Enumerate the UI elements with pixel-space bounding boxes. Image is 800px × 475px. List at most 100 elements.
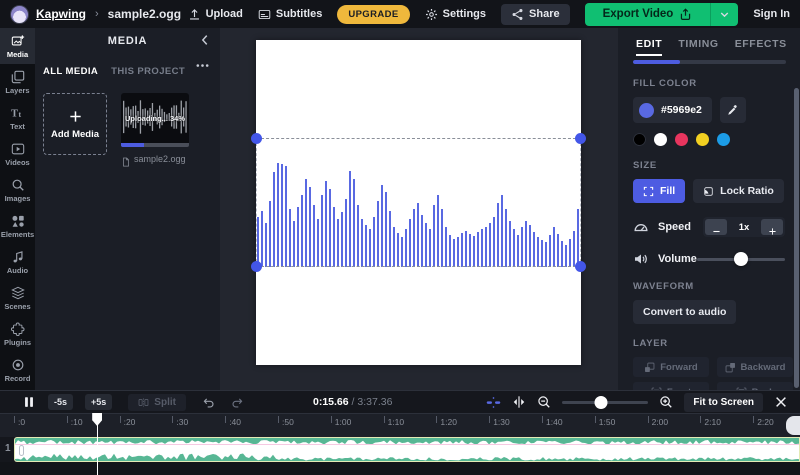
selection-handle-bottom-left[interactable] bbox=[251, 261, 262, 272]
eyedropper-button[interactable] bbox=[720, 97, 746, 123]
swatch-1c9ce6[interactable] bbox=[717, 133, 730, 146]
svg-text:t: t bbox=[18, 109, 21, 118]
tool-rail: MediaLayersTtTextVideosImagesElementsAud… bbox=[0, 28, 35, 390]
swatch-e8355e[interactable] bbox=[675, 133, 688, 146]
project-title[interactable]: sample2.ogg bbox=[108, 7, 181, 21]
swatch-ffffff[interactable] bbox=[654, 133, 667, 146]
ruler-tick bbox=[436, 416, 437, 423]
share-button[interactable]: Share bbox=[501, 4, 570, 25]
selection-handle-top-left[interactable] bbox=[251, 133, 262, 144]
swatch-000000[interactable] bbox=[633, 133, 646, 146]
media-tab-all-media[interactable]: ALL MEDIA bbox=[43, 66, 98, 77]
ruler-tick bbox=[595, 416, 596, 423]
add-media-button[interactable]: Add Media bbox=[43, 93, 107, 155]
kapwing-home-link[interactable]: Kapwing bbox=[36, 7, 86, 21]
lock-ratio-icon bbox=[703, 186, 714, 197]
convert-to-audio-button[interactable]: Convert to audio bbox=[633, 300, 736, 324]
clip-pink-line bbox=[15, 444, 799, 445]
media-panel-title: MEDIA bbox=[108, 35, 147, 47]
media-tabs: ALL MEDIA THIS PROJECT bbox=[35, 54, 220, 77]
layers-icon bbox=[11, 70, 25, 84]
sidebar-item-elements[interactable]: Elements bbox=[0, 208, 35, 244]
selection-handle-top-right[interactable] bbox=[575, 133, 586, 144]
fill-color-chip[interactable]: #5969e2 bbox=[633, 97, 712, 123]
clip-trim-handle[interactable] bbox=[19, 445, 24, 456]
lock-ratio-button[interactable]: Lock Ratio bbox=[693, 179, 784, 203]
settings-button[interactable]: Settings bbox=[425, 8, 486, 21]
snap-toggle-icon[interactable] bbox=[486, 395, 501, 410]
video-canvas[interactable] bbox=[256, 40, 581, 365]
sidebar-item-record[interactable]: Record bbox=[0, 352, 35, 388]
timeline-ruler[interactable]: :0:10:20:30:40:501:001:101:201:301:401:5… bbox=[0, 413, 800, 437]
sidebar-item-audio[interactable]: Audio bbox=[0, 244, 35, 280]
playhead-line[interactable] bbox=[97, 424, 99, 475]
skip-forward-5s-button[interactable]: +5s bbox=[85, 394, 112, 410]
clip-waveform bbox=[15, 438, 800, 462]
collapse-panel-icon[interactable] bbox=[198, 33, 212, 47]
subtitles-icon bbox=[258, 8, 271, 21]
uploading-media-card[interactable]: Uploading... 34% sample2.ogg bbox=[121, 93, 189, 164]
selection-handle-bottom-right[interactable] bbox=[575, 261, 586, 272]
ruler-tick bbox=[120, 416, 121, 423]
redo-button[interactable] bbox=[231, 396, 244, 409]
zoom-in-icon[interactable] bbox=[659, 395, 673, 409]
layer-label: LAYER bbox=[633, 338, 800, 349]
upgrade-button[interactable]: UPGRADE bbox=[337, 5, 409, 24]
zoom-slider-knob[interactable] bbox=[595, 396, 608, 409]
workspace-avatar[interactable] bbox=[10, 5, 29, 24]
ruler-tick-label: 2:00 bbox=[652, 417, 669, 427]
ruler-tick bbox=[542, 416, 543, 423]
export-video-button[interactable]: Export Video bbox=[585, 3, 711, 26]
canvas-area bbox=[220, 28, 618, 390]
export-group: Export Video bbox=[585, 3, 739, 26]
export-options-button[interactable] bbox=[710, 3, 738, 26]
more-options-icon[interactable] bbox=[195, 58, 210, 73]
tab-effects[interactable]: EFFECTS bbox=[735, 38, 787, 56]
expand-icon bbox=[643, 186, 654, 197]
volume-slider[interactable] bbox=[697, 252, 785, 266]
sidebar-item-images[interactable]: Images bbox=[0, 172, 35, 208]
selection-box[interactable] bbox=[256, 138, 581, 267]
backward-button[interactable]: Backward bbox=[717, 357, 793, 377]
sign-in-button[interactable]: Sign In bbox=[753, 8, 790, 20]
sidebar-item-media[interactable]: Media bbox=[0, 28, 35, 64]
volume-slider-knob[interactable] bbox=[734, 252, 748, 266]
tab-timing[interactable]: TIMING bbox=[678, 38, 718, 56]
ruler-tick-label: 2:10 bbox=[704, 417, 721, 427]
speed-decrease-button[interactable] bbox=[705, 219, 727, 235]
sidebar-item-plugins[interactable]: Plugins bbox=[0, 316, 35, 352]
skip-back-5s-button[interactable]: -5s bbox=[48, 394, 73, 410]
fit-to-screen-button[interactable]: Fit to Screen bbox=[684, 393, 763, 412]
sidebar-item-text[interactable]: TtText bbox=[0, 100, 35, 136]
split-view-icon[interactable] bbox=[512, 395, 526, 409]
upload-button[interactable]: Upload bbox=[188, 8, 243, 21]
fill-size-button[interactable]: Fill bbox=[633, 179, 685, 203]
split-button[interactable]: Split bbox=[128, 394, 186, 411]
timeline-zoom-slider[interactable] bbox=[562, 396, 648, 409]
zoom-out-icon[interactable] bbox=[537, 395, 551, 409]
swatch-f2d021[interactable] bbox=[696, 133, 709, 146]
subtitles-button[interactable]: Subtitles bbox=[258, 8, 322, 21]
ruler-tick-label: :40 bbox=[229, 417, 241, 427]
ruler-tick-label: :50 bbox=[282, 417, 294, 427]
sidebar-item-videos[interactable]: Videos bbox=[0, 136, 35, 172]
speed-value: 1x bbox=[727, 222, 761, 233]
ruler-tick bbox=[384, 416, 385, 423]
tab-edit[interactable]: EDIT bbox=[636, 38, 662, 56]
media-thumbnail[interactable]: Uploading... 34% bbox=[121, 93, 189, 143]
speed-increase-button[interactable] bbox=[761, 219, 783, 235]
timeline-scrollbar-thumb[interactable] bbox=[786, 416, 800, 435]
color-swatches bbox=[633, 133, 800, 146]
media-tab-this-project[interactable]: THIS PROJECT bbox=[111, 66, 185, 77]
speed-stepper: 1x bbox=[703, 217, 785, 237]
sidebar-item-layers[interactable]: Layers bbox=[0, 64, 35, 100]
forward-button[interactable]: Forward bbox=[633, 357, 709, 377]
ruler-tick-label: 1:40 bbox=[546, 417, 563, 427]
pause-button[interactable] bbox=[22, 395, 36, 409]
panel-scrollbar[interactable] bbox=[794, 88, 799, 388]
current-color-swatch bbox=[639, 103, 654, 118]
sidebar-item-scenes[interactable]: Scenes bbox=[0, 280, 35, 316]
undo-button[interactable] bbox=[202, 396, 215, 409]
audio-clip[interactable] bbox=[14, 437, 800, 462]
close-timeline-icon[interactable] bbox=[774, 395, 788, 409]
